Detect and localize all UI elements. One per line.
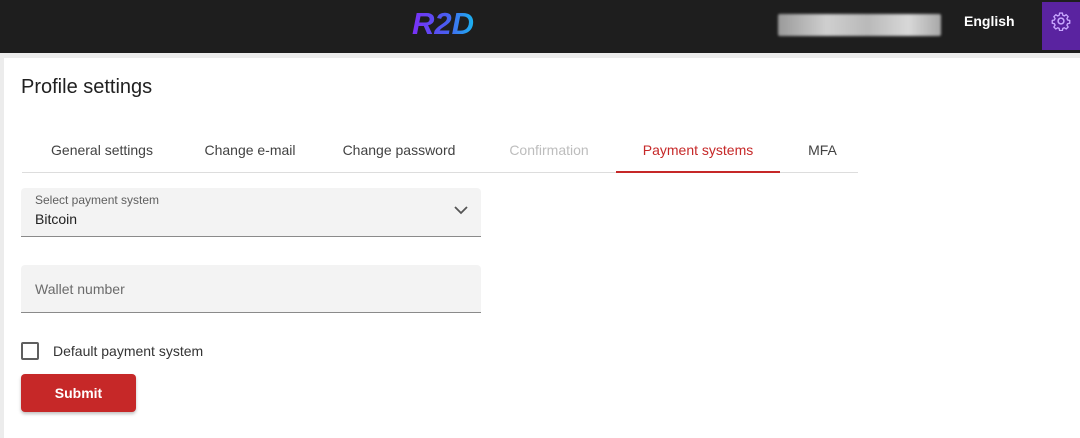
wallet-number-input[interactable]	[21, 265, 481, 312]
submit-button[interactable]: Submit	[21, 374, 136, 412]
logo-text: R2D	[412, 6, 474, 40]
settings-tabs: General settings Change e-mail Change pa…	[22, 128, 858, 173]
default-payment-label[interactable]: Default payment system	[53, 343, 203, 359]
payment-system-select[interactable]: Select payment system Bitcoin	[21, 188, 481, 237]
default-payment-checkbox[interactable]	[21, 342, 39, 360]
tab-mfa[interactable]: MFA	[780, 128, 865, 172]
default-payment-row: Default payment system	[21, 340, 203, 362]
tab-confirmation: Confirmation	[509, 142, 589, 158]
chevron-down-icon	[454, 206, 468, 215]
language-selector[interactable]: English	[964, 13, 1015, 29]
tab-general-settings[interactable]: General settings	[22, 128, 182, 172]
tab-change-email[interactable]: Change e-mail	[182, 128, 318, 172]
tab-payment-systems[interactable]: Payment systems	[616, 128, 780, 173]
profile-settings-card: Profile settings General settings Change…	[4, 58, 1080, 438]
payment-system-select-value: Bitcoin	[35, 211, 78, 227]
page-title: Profile settings	[21, 76, 153, 98]
tab-change-password[interactable]: Change password	[318, 128, 480, 172]
user-account-blurred[interactable]	[778, 14, 941, 36]
gear-icon	[1051, 12, 1071, 31]
payment-system-select-label: Select payment system	[35, 193, 160, 207]
app-logo[interactable]: R2D	[412, 6, 492, 40]
wallet-number-field	[21, 265, 481, 313]
top-bar: R2D English	[0, 0, 1080, 53]
settings-button[interactable]	[1042, 2, 1080, 50]
